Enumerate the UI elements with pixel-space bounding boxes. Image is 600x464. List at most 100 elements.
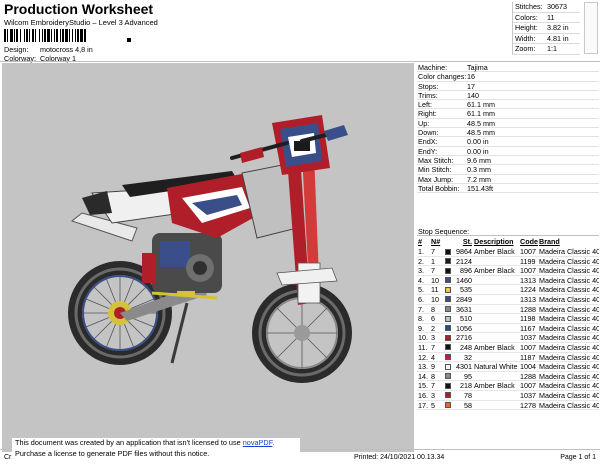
thumbnail-preview	[584, 2, 598, 54]
row-number: 3.	[418, 266, 424, 276]
thread-description: Natural White	[474, 362, 518, 371]
spec-value: 48.5 mm	[467, 128, 495, 138]
barcode-bar	[14, 29, 15, 42]
table-row: 2. 1 2124 1199 Madeira Classic 40	[417, 257, 599, 267]
stitch-count: 9864	[456, 247, 472, 256]
table-row: 7. 8 3631 1288 Madeira Classic 40	[417, 305, 599, 315]
summary-key: Height:	[515, 23, 538, 32]
thread-brand: Madeira Classic 40	[539, 285, 599, 294]
thread-code: 1007	[520, 247, 536, 256]
thread-brand: Madeira Classic 40	[539, 323, 599, 333]
swatch-chip	[445, 402, 451, 408]
barcode-bar	[60, 29, 61, 42]
spec-key: Max Jump:	[418, 174, 454, 184]
spec-key: EndY:	[418, 146, 438, 156]
row-number: 17.	[418, 400, 428, 410]
summary-row: Colors: 11	[513, 12, 580, 23]
thread-brand: Madeira Classic 40	[539, 294, 599, 304]
spec-row: Stops: 17	[417, 82, 599, 91]
spec-key: Machine:	[418, 63, 448, 72]
barcode-bar	[35, 29, 36, 42]
spec-key: Right:	[418, 109, 437, 119]
front-fender	[276, 267, 338, 286]
needle-number: 5	[431, 400, 435, 410]
barcode-bar	[42, 29, 43, 42]
summary-value: 30673	[547, 2, 567, 11]
barcode	[4, 29, 86, 42]
summary-value: 4.81 in	[547, 33, 569, 43]
summary-row: Zoom: 1:1	[513, 44, 580, 55]
barcode-bar	[75, 29, 76, 42]
thread-code: 1007	[520, 381, 536, 391]
table-row: 6. 10 2849 1313 Madeira Classic 40	[417, 295, 599, 305]
stitch-count: 58	[464, 400, 472, 410]
needle-number: 2	[431, 323, 435, 333]
thread-brand: Madeira Classic 40	[539, 247, 599, 256]
needle-number: 3	[431, 333, 435, 343]
swatch-chip	[445, 296, 451, 303]
barcode-bar	[10, 29, 13, 42]
spec-row: Machine: Tajima	[417, 63, 599, 73]
row-number: 1.	[418, 247, 424, 256]
stitch-count: 4301	[456, 362, 472, 372]
table-row: 11. 7 248 Amber Black 1007 Madeira Classic 40	[417, 343, 599, 353]
page-title: Production Worksheet	[4, 1, 154, 17]
color-swatch	[445, 401, 453, 410]
swatch-chip	[445, 363, 451, 370]
design-value: motocross 4,8 in	[40, 45, 93, 54]
barcode-bar	[44, 29, 46, 42]
row-number: 14.	[418, 371, 428, 381]
row-number: 11.	[418, 342, 428, 352]
row-number: 7.	[418, 304, 424, 314]
thread-description	[473, 257, 520, 266]
spec-row: Up: 48.5 mm	[417, 119, 599, 129]
footpeg	[177, 291, 195, 296]
table-row: 3. 7 896 Amber Black 1007 Madeira Classic 40	[417, 266, 599, 276]
thread-brand: Madeira Classic 40	[539, 275, 599, 285]
swatch-chip	[445, 315, 451, 322]
thread-description	[473, 314, 520, 323]
thread-code: 1278	[520, 400, 536, 410]
col-brand-header: Brand	[539, 237, 560, 246]
needle-number: 6	[431, 314, 435, 324]
stitch-count: 248	[460, 342, 472, 352]
color-swatch	[445, 247, 453, 256]
summary-key: Colors:	[515, 12, 538, 22]
barcode-bar	[77, 29, 79, 42]
table-row: 5. 11 535 1224 Madeira Classic 40	[417, 285, 599, 295]
notice-text: This document was created by an applicat…	[15, 438, 243, 447]
stitch-count: 2124	[456, 256, 472, 266]
spec-key: Color changes:	[418, 72, 467, 82]
color-swatch	[445, 372, 453, 381]
col-num-header: #	[418, 237, 422, 246]
needle-number: 7	[431, 266, 435, 276]
thread-brand: Madeira Classic 40	[539, 256, 599, 266]
thread-brand: Madeira Classic 40	[539, 342, 599, 352]
novapdf-link[interactable]: novaPDF	[243, 438, 273, 447]
thread-description: Amber Black	[474, 342, 515, 352]
row-number: 10.	[418, 333, 428, 343]
handguard-left	[240, 147, 264, 163]
spec-key: Stops:	[418, 81, 439, 91]
notice-line-2: Purchase a license to generate PDF files…	[15, 448, 210, 458]
summary-row: Stitches: 30673	[513, 2, 580, 13]
color-swatch	[445, 353, 453, 362]
barcode-bar	[56, 29, 58, 42]
col-description-header: Description	[474, 237, 514, 246]
thread-description: Amber Black	[474, 381, 515, 390]
thread-code: 1288	[520, 371, 536, 381]
color-swatch	[445, 381, 453, 390]
swatch-chip	[445, 286, 451, 293]
thread-code: 1198	[520, 314, 536, 324]
swatch-chip	[445, 325, 451, 332]
spec-value: 16	[467, 72, 475, 82]
thread-description	[473, 324, 520, 333]
spec-row: EndY: 0.00 in	[417, 147, 599, 156]
spec-key: Min Stitch:	[418, 165, 452, 175]
swatch-chip	[445, 392, 451, 399]
table-row: 16. 3 78 1037 Madeira Classic 40	[417, 391, 599, 401]
thread-code: 1037	[520, 390, 536, 400]
thread-brand: Madeira Classic 40	[539, 400, 599, 410]
swatch-chip	[445, 306, 451, 313]
thread-code: 1007	[520, 266, 536, 276]
